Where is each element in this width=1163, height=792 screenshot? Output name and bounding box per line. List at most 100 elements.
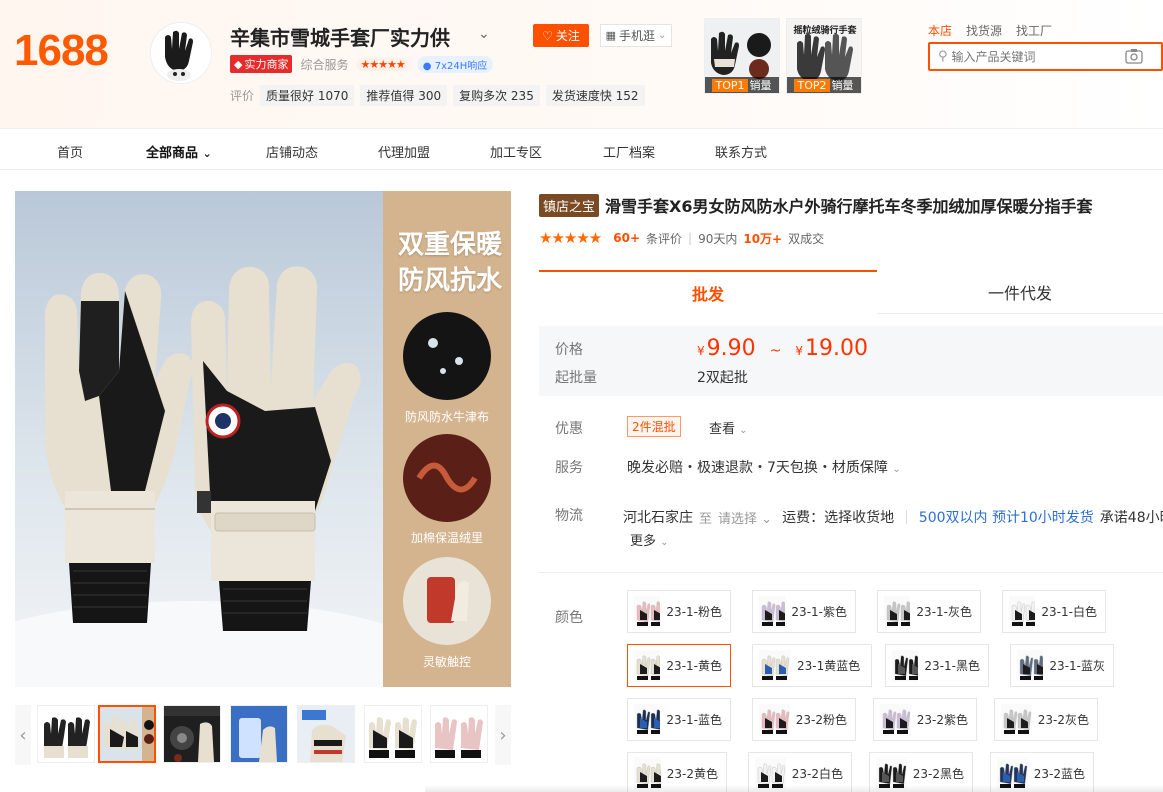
color-option-label: 23-1黄蓝色 xyxy=(797,659,861,673)
service-guarantees[interactable]: 晚发必赔・极速退款・7天包换・材质保障 ⌄ xyxy=(627,457,901,477)
color-option[interactable]: 23-1-粉色 xyxy=(627,590,731,633)
search-tab-factories[interactable]: 找工厂 xyxy=(1016,22,1052,39)
color-option-label: 23-1-粉色 xyxy=(666,605,722,619)
product-title-row: 镇店之宝 滑雪手套X6男女防风防水户外骑行摩托车冬季加绒加厚保暖分指手套 xyxy=(539,193,1163,217)
freight-text: 运费：选择收货地 xyxy=(782,510,895,526)
color-swatch xyxy=(759,703,790,736)
color-option-label: 23-1-蓝色 xyxy=(666,713,722,727)
chevron-right-icon[interactable]: › xyxy=(495,705,511,765)
main-product-image[interactable]: 双重保暖 防风抗水 防风防水牛津布 加棉保温绒里 灵敏触控 xyxy=(15,191,511,687)
color-option[interactable]: 23-1-紫色 xyxy=(752,590,856,633)
chevron-down-icon: ⌄ xyxy=(202,147,212,160)
thumbnail[interactable] xyxy=(297,705,355,763)
thumbnail[interactable] xyxy=(37,705,95,763)
color-option[interactable]: 23-2粉色 xyxy=(752,698,856,741)
top-product-card-1[interactable]: TOP1 销量 xyxy=(704,18,780,94)
feature-label: 加棉保温绒里 xyxy=(410,531,483,545)
color-swatch xyxy=(634,703,661,736)
camera-icon[interactable] xyxy=(1125,48,1143,68)
chevron-down-icon[interactable]: ⌄ xyxy=(478,26,490,42)
shop-evaluations: 评价 质量很好 1070 推荐值得 300 复购多次 235 发货速度快 152 xyxy=(230,85,645,106)
search-input[interactable] xyxy=(951,49,1122,64)
store-treasure-badge: 镇店之宝 xyxy=(539,193,600,217)
shop-avatar[interactable] xyxy=(150,22,212,84)
nav-contact[interactable]: 联系方式 xyxy=(715,142,767,161)
nav-agency[interactable]: 代理加盟 xyxy=(378,142,430,161)
color-option[interactable]: 23-1-灰色 xyxy=(877,590,981,633)
service-score-label: 综合服务 xyxy=(300,57,349,72)
chevron-down-icon: ⌄ xyxy=(658,30,667,41)
search-box: ⚲ xyxy=(928,42,1163,71)
color-option-label: 23-2灰色 xyxy=(1037,713,1089,727)
site-logo[interactable]: 1688 xyxy=(14,26,109,76)
thumbnail[interactable] xyxy=(230,705,288,763)
service-label: 服务 xyxy=(555,460,583,476)
heart-plus-icon: ♡ xyxy=(542,28,553,43)
price-max: 19.00 xyxy=(805,336,868,361)
verified-merchant-badge[interactable]: ◆ 实力商家 xyxy=(230,55,293,73)
search-tab-sources[interactable]: 找货源 xyxy=(966,22,1002,39)
feature-label: 防风防水牛津布 xyxy=(404,410,489,424)
color-swatch xyxy=(634,649,661,682)
top-card-caption: 摇粒绒骑行手套 xyxy=(793,26,857,36)
color-option[interactable]: 23-1-黄色 xyxy=(627,644,731,687)
color-option[interactable]: 23-2紫色 xyxy=(873,698,977,741)
color-option[interactable]: 23-1黄蓝色 xyxy=(752,644,872,687)
color-option-label: 23-1-紫色 xyxy=(791,605,847,619)
top-rank-label: TOP1 销量 xyxy=(705,77,779,93)
nav-processing[interactable]: 加工专区 xyxy=(490,142,542,161)
chevron-down-icon: ⌄ xyxy=(761,511,773,527)
color-option-label: 23-2蓝色 xyxy=(1033,767,1085,781)
color-option[interactable]: 23-1-白色 xyxy=(1002,590,1106,633)
divider xyxy=(425,785,1163,792)
color-option-label: 23-2黑色 xyxy=(912,767,964,781)
eval-item: 复购多次 235 xyxy=(453,85,540,106)
search-tab-this-shop[interactable]: 本店 xyxy=(928,22,952,39)
promo-view-button[interactable]: 查看 ⌄ xyxy=(709,418,748,437)
nav-shop-news[interactable]: 店铺动态 xyxy=(266,142,318,161)
nav-all-products[interactable]: 全部商品 ⌄ xyxy=(146,142,212,161)
color-swatch xyxy=(759,595,786,628)
chevron-down-icon: ⌄ xyxy=(660,537,669,548)
thumbnail[interactable] xyxy=(430,705,488,763)
follow-button[interactable]: ♡ 关注 xyxy=(533,24,589,47)
divider xyxy=(539,572,1163,573)
more-logistics-button[interactable]: 更多 ⌄ xyxy=(630,530,669,549)
deal-label: 双成交 xyxy=(788,231,825,246)
eval-label: 评价 xyxy=(230,89,255,103)
color-option-label: 23-1-黄色 xyxy=(666,659,722,673)
mobile-browse-button[interactable]: ▦ 手机逛 ⌄ xyxy=(600,24,672,47)
purchase-mode-tabs: 批发 一件代发 xyxy=(539,270,1163,314)
feature-label: 灵敏触控 xyxy=(422,655,471,669)
ship-origin: 河北石家庄 xyxy=(623,510,693,526)
color-swatch xyxy=(1009,595,1036,628)
chevron-left-icon[interactable]: ‹ xyxy=(15,705,31,765)
tab-wholesale[interactable]: 批发 xyxy=(539,270,877,314)
color-option[interactable]: 23-1-蓝色 xyxy=(627,698,731,741)
nav-home[interactable]: 首页 xyxy=(57,142,83,161)
rating-stars: ★★★★★ xyxy=(539,229,602,247)
color-swatch xyxy=(880,703,911,736)
color-option[interactable]: 23-1-蓝灰 xyxy=(1010,644,1114,687)
product-title: 滑雪手套X6男女防风防水户外骑行摩托车冬季加绒加厚保暖分指手套 xyxy=(605,197,1093,216)
review-count[interactable]: 60+ xyxy=(613,231,640,245)
logistics-row: 河北石家庄 至 请选择 ⌄ 运费：选择收货地 | 500双以内 预计10小时发货… xyxy=(623,507,1163,527)
banner-title: 双重保暖 防风抗水 xyxy=(397,230,502,296)
thumbnail[interactable] xyxy=(98,705,156,763)
color-option[interactable]: 23-1-黑色 xyxy=(885,644,989,687)
thumbnail[interactable] xyxy=(364,705,422,763)
tab-dropship[interactable]: 一件代发 xyxy=(877,270,1163,314)
color-option-label: 23-1-黑色 xyxy=(924,659,980,673)
qrcode-icon: ▦ xyxy=(605,29,616,42)
thumbnail[interactable] xyxy=(163,705,221,763)
shop-name[interactable]: 辛集市雪城手套厂实力供 xyxy=(230,22,450,51)
destination-select[interactable]: 请选择 ⌄ xyxy=(718,508,772,527)
nav-factory-profile[interactable]: 工厂档案 xyxy=(603,142,655,161)
top-product-card-2[interactable]: 摇粒绒骑行手套 TOP2 销量 xyxy=(786,18,862,94)
thumbnail-strip: ‹ › xyxy=(15,705,511,765)
color-option[interactable]: 23-2灰色 xyxy=(994,698,1098,741)
promo-label: 优惠 xyxy=(555,421,583,437)
color-option-label: 23-2粉色 xyxy=(795,713,847,727)
color-swatch xyxy=(892,649,919,682)
color-option-label: 23-1-蓝灰 xyxy=(1049,659,1105,673)
